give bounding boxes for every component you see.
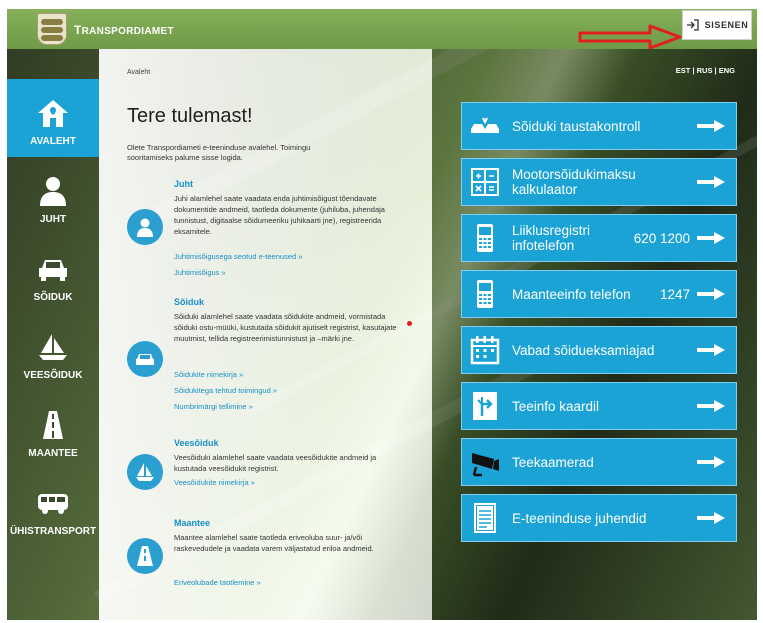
road-icon [127, 538, 163, 574]
person-icon [40, 177, 66, 206]
section-maantee: Maantee Maantee alamlehel saate taotleda… [127, 518, 417, 598]
phone-icon [477, 280, 493, 308]
document-icon [474, 503, 496, 533]
section-link[interactable]: Sõidukite nimekirja » [174, 370, 243, 379]
nav-item-veesoiduk[interactable]: VEESÕIDUK [7, 313, 99, 391]
section-link[interactable]: Numbrimärgi tellimine » [174, 402, 253, 411]
section-link[interactable]: Juhtimisõigusega seotud e-teenused » [174, 252, 302, 261]
arrow-right-icon [697, 232, 725, 244]
section-text: Juhi alamlehel saate vaadata enda juhtim… [174, 194, 385, 236]
nav-label: JUHT [39, 214, 67, 225]
tile-label: Teekaamerad [512, 454, 594, 470]
logo-lion [41, 35, 63, 41]
logo-lion [41, 27, 63, 33]
tile-service-guides[interactable]: E-teeninduse juhendid [461, 494, 737, 542]
red-dot-marker [407, 321, 412, 326]
section-link[interactable]: Eriveolubade taotlemine » [174, 578, 261, 587]
nav-label: AVALEHT [30, 136, 76, 147]
car-icon [39, 260, 67, 281]
nav-item-avaleht[interactable]: AVALEHT [7, 79, 99, 157]
content-panel: Avaleht Tere tulemast! Olete Transpordia… [99, 49, 432, 620]
red-arrow-annotation [578, 24, 682, 50]
logo-lion [41, 19, 63, 25]
section-link[interactable]: Veesõidukite nimekirja » [174, 478, 255, 487]
tile-road-info-phone[interactable]: Maanteeinfo telefon 1247 [461, 270, 737, 318]
arrow-right-icon [697, 344, 725, 356]
tile-label: Mootorsõidukimaksu kalkulaator [512, 167, 636, 197]
language-switcher[interactable]: EST | RUS | ENG [676, 66, 735, 75]
coat-of-arms-logo[interactable] [37, 13, 67, 45]
login-button[interactable]: SISENEN [682, 10, 752, 40]
tile-exam-times[interactable]: Vabad sõidueksamiajad [461, 326, 737, 374]
brand-rest: RANSPORDIAMET [81, 26, 174, 37]
tile-registry-phone[interactable]: Liiklusregistri infotelefon 620 1200 [461, 214, 737, 262]
section-title: Maantee [174, 518, 211, 528]
arrow-right-icon [697, 288, 725, 300]
arrow-right-icon [697, 400, 725, 412]
nav-item-soiduk[interactable]: SÕIDUK [7, 235, 99, 313]
section-text: Sõiduki alamlehel saate vaadata sõidukit… [174, 312, 397, 343]
home-icon [38, 100, 68, 127]
section-title: Juht [174, 179, 193, 189]
road-sign-icon [473, 392, 497, 420]
sidebar-nav: AVALEHT JUHT SÕIDUK VEESÕIDUK MAANTEE ÜH… [7, 49, 99, 620]
section-link[interactable]: Sõidukitega tehtud toimingud » [174, 386, 277, 395]
nav-item-uhistransport[interactable]: ÜHISTRANSPORT [7, 469, 99, 547]
tile-tax-calculator[interactable]: Mootorsõidukimaksu kalkulaator [461, 158, 737, 206]
section-title: Sõiduk [174, 297, 205, 307]
tile-label: Liiklusregistri infotelefon [512, 223, 591, 253]
arrow-right-icon [697, 120, 725, 132]
tile-label: Teeinfo kaardil [512, 398, 600, 414]
page: TRANSPORDIAMET SISENEN AVALEHT JUHT SÕID… [0, 0, 763, 623]
nav-label: MAANTEE [28, 448, 78, 459]
arrow-right-icon [697, 456, 725, 468]
page-title: Tere tulemast! [127, 105, 253, 127]
road-icon [43, 411, 63, 439]
tile-label: Vabad sõidueksamiajad [512, 342, 655, 358]
tile-label: Sõiduki taustakontroll [512, 118, 641, 134]
arrow-right-icon [697, 176, 725, 188]
section-soiduk: Sõiduk Sõiduki alamlehel saate vaadata s… [127, 297, 417, 417]
login-icon [686, 19, 699, 31]
tile-label: E-teeninduse juhendid [512, 510, 647, 526]
section-text: Veesõiduki alamlehel saate vaadata veesõ… [174, 453, 377, 473]
tile-road-map[interactable]: Teeinfo kaardil [461, 382, 737, 430]
section-juht: Juht Juhi alamlehel saate vaadata enda j… [127, 179, 417, 279]
tile-label: Maanteeinfo telefon [512, 286, 631, 302]
brand-name[interactable]: TRANSPORDIAMET [74, 23, 174, 37]
tile-road-cameras[interactable]: Teekaamerad [461, 438, 737, 486]
nav-label: SÕIDUK [33, 292, 73, 303]
section-text: Maantee alamlehel saate taotleda eriveol… [174, 533, 374, 553]
calculator-icon [471, 168, 499, 196]
nav-item-juht[interactable]: JUHT [7, 157, 99, 235]
phone-number: 620 1200 [633, 230, 690, 246]
tile-background-check[interactable]: Sõiduki taustakontroll [461, 102, 737, 150]
sailboat-icon [39, 334, 67, 360]
nav-label: VEESÕIDUK [23, 370, 83, 381]
camera-icon [472, 453, 499, 477]
calendar-icon [470, 336, 500, 365]
phone-number: 1247 [659, 286, 690, 302]
nav-item-maantee[interactable]: MAANTEE [7, 391, 99, 469]
sailboat-icon [127, 454, 163, 490]
phone-icon [477, 224, 493, 252]
section-link[interactable]: Juhtimisõigus » [174, 268, 226, 277]
person-icon [127, 209, 163, 245]
bus-icon [38, 494, 68, 514]
quick-links-panel: EST | RUS | ENG Sõiduki taustakontroll M… [432, 49, 757, 620]
intro-text: Olete Transpordiameti e-teeninduse avale… [127, 143, 311, 162]
section-title: Veesõiduk [174, 438, 219, 448]
car-crash-icon [471, 117, 499, 133]
main-area: AVALEHT JUHT SÕIDUK VEESÕIDUK MAANTEE ÜH… [7, 49, 757, 620]
nav-label: ÜHISTRANSPORT [9, 526, 97, 537]
car-icon [127, 341, 163, 377]
login-label: SISENEN [704, 20, 749, 30]
breadcrumb[interactable]: Avaleht [127, 69, 150, 76]
arrow-right-icon [697, 512, 725, 524]
brand-initial: T [74, 23, 82, 37]
section-veesoiduk: Veesõiduk Veesõiduki alamlehel saate vaa… [127, 438, 417, 508]
